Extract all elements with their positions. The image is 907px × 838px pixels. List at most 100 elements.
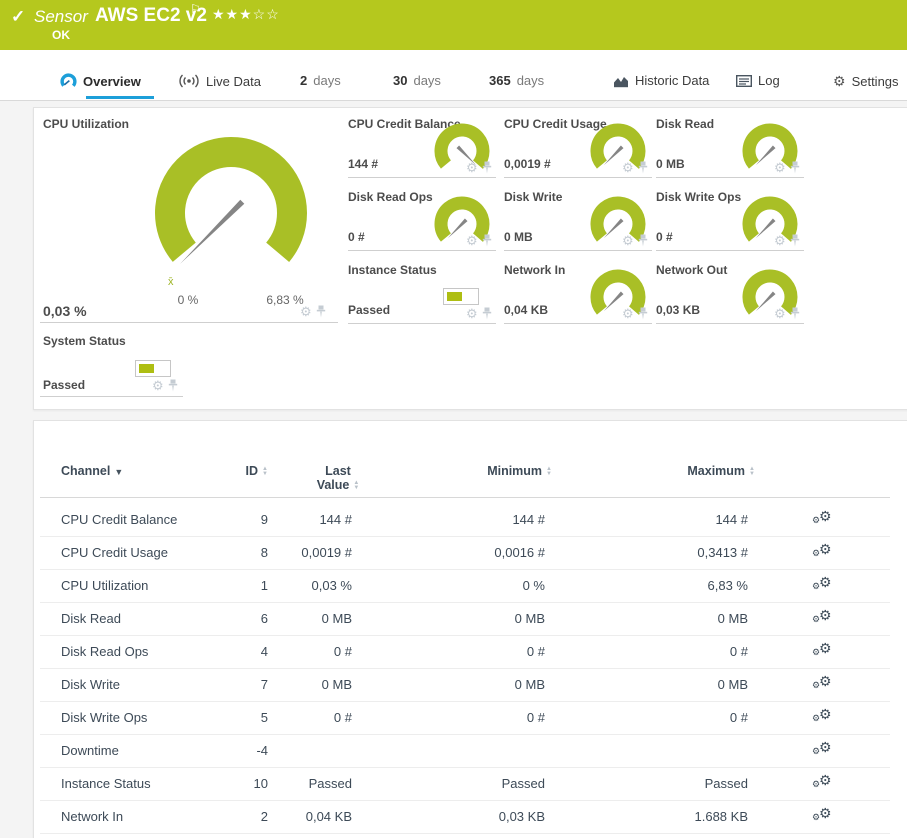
flag-icon[interactable]: ⚐ [190, 2, 201, 16]
tile-disk-write-ops: Disk Write Ops 0 # ⚙ [656, 186, 804, 259]
gear-icon[interactable]: ⚙ [622, 234, 634, 247]
sort-icon: ▲ ▼ [353, 479, 360, 491]
channel-name[interactable]: Disk Write [61, 677, 120, 692]
channel-name[interactable]: Downtime [61, 743, 119, 758]
tab-settings[interactable]: ⚙ Settings [833, 73, 899, 90]
tab-log-label: Log [758, 73, 780, 88]
gear-icon[interactable]: ⚙ [622, 161, 634, 174]
pin-icon[interactable] [638, 307, 648, 320]
divider [656, 250, 804, 251]
channel-settings-icon[interactable]: ⚙ ⚙ [812, 706, 834, 726]
gear-icon[interactable]: ⚙ [466, 234, 478, 247]
tab-live-data[interactable]: Live Data [178, 73, 261, 89]
gear-icon[interactable]: ⚙ [300, 305, 312, 318]
tile-disk-read-ops: Disk Read Ops 0 # ⚙ [348, 186, 496, 259]
channel-settings-icon[interactable]: ⚙ ⚙ [812, 772, 834, 792]
tab-bar: Overview Live Data 2 days 30 days 365 da… [0, 50, 907, 101]
tile-actions: ⚙ [622, 234, 648, 247]
gear-icon[interactable]: ⚙ [774, 161, 786, 174]
gear-icon[interactable]: ⚙ [466, 161, 478, 174]
channel-name[interactable]: Network In [61, 809, 123, 824]
column-header-last-value[interactable]: Last Value ▲ ▼ [293, 464, 383, 492]
tile-value: Passed [348, 303, 391, 317]
channel-settings-icon[interactable]: ⚙ ⚙ [812, 640, 834, 660]
priority-stars[interactable]: ★★★☆☆ [212, 6, 280, 23]
last-value: 0,03 % [311, 578, 352, 593]
channel-name[interactable]: Disk Write Ops [61, 710, 147, 725]
channel-name[interactable]: Instance Status [61, 776, 151, 791]
pin-icon[interactable] [638, 234, 648, 247]
column-header-channel[interactable]: Channel ▼ [61, 464, 123, 478]
last-value: 0 MB [321, 611, 352, 626]
tile-actions: ⚙ [466, 161, 492, 174]
channel-name[interactable]: Disk Read [61, 611, 121, 626]
maximum-value: 0 # [729, 710, 748, 725]
channel-name[interactable]: CPU Credit Balance [61, 512, 177, 527]
channel-name[interactable]: CPU Credit Usage [61, 545, 168, 560]
minimum-value: 144 # [512, 512, 545, 527]
column-header-maximum[interactable]: Maximum ▲ ▼ [640, 464, 755, 478]
tile-value: 0 MB [656, 157, 685, 171]
maximum-value: 144 # [715, 512, 748, 527]
divider [40, 635, 890, 636]
sensor-status-text: OK [52, 28, 70, 42]
last-value: 0 # [333, 644, 352, 659]
pin-icon[interactable] [482, 307, 492, 320]
tab-historic-data[interactable]: Historic Data [613, 73, 709, 88]
gear-icon[interactable]: ⚙ [622, 307, 634, 320]
pin-icon[interactable] [482, 234, 492, 247]
column-header-id[interactable]: ID ▲ ▼ [182, 464, 268, 478]
gear-icon[interactable]: ⚙ [466, 307, 478, 320]
channel-name[interactable]: CPU Utilization [61, 578, 148, 593]
channel-settings-icon[interactable]: ⚙ ⚙ [812, 673, 834, 693]
tab-30-days[interactable]: 30 days [393, 73, 441, 88]
divider [656, 177, 804, 178]
tile-title: Disk Write Ops [656, 190, 742, 204]
pin-icon[interactable] [790, 234, 800, 247]
prtg-sensor-page: ✓ Sensor AWS EC2 v2 ⚐ ★★★☆☆ OK Overview … [0, 0, 907, 838]
gear-icon[interactable]: ⚙ [774, 307, 786, 320]
pin-icon[interactable] [638, 161, 648, 174]
channel-settings-icon[interactable]: ⚙ ⚙ [812, 508, 834, 528]
channel-settings-icon[interactable]: ⚙ ⚙ [812, 607, 834, 627]
tile-actions: ⚙ [466, 307, 492, 320]
gear-icon[interactable]: ⚙ [152, 379, 164, 392]
column-header-minimum[interactable]: Minimum ▲ ▼ [435, 464, 552, 478]
gauge-icon [60, 73, 77, 90]
minimum-value: 0 MB [514, 677, 545, 692]
minimum-value: 0 # [526, 710, 545, 725]
pin-icon[interactable] [168, 379, 178, 392]
channel-settings-icon[interactable]: ⚙ ⚙ [812, 805, 834, 825]
tab-overview[interactable]: Overview [60, 73, 141, 90]
stars-empty: ☆☆ [252, 6, 280, 22]
divider [348, 177, 496, 178]
tile-title: Disk Write [504, 190, 563, 204]
historic-chart-icon [614, 76, 628, 87]
column-label: ID [245, 464, 259, 478]
tab-365-days[interactable]: 365 days [489, 73, 544, 88]
maximum-value: 0 MB [717, 611, 748, 626]
tab-30-days-number: 30 [393, 73, 408, 88]
divider [348, 250, 496, 251]
sort-icon: ▲ ▼ [749, 465, 755, 477]
last-value: 0 # [333, 710, 352, 725]
pin-icon[interactable] [316, 305, 326, 318]
maximum-value: 0 MB [717, 677, 748, 692]
sort-icon: ▲ ▼ [262, 465, 268, 477]
pin-icon[interactable] [790, 161, 800, 174]
channel-name[interactable]: Disk Read Ops [61, 644, 148, 659]
channel-settings-icon[interactable]: ⚙ ⚙ [812, 541, 834, 561]
tab-2-days[interactable]: 2 days [300, 73, 341, 88]
tab-log[interactable]: Log [736, 73, 780, 88]
channel-settings-icon[interactable]: ⚙ ⚙ [812, 574, 834, 594]
pin-icon[interactable] [790, 307, 800, 320]
channel-settings-icon[interactable]: ⚙ ⚙ [812, 739, 834, 759]
divider [40, 322, 338, 323]
cpu-utilization-value: 0,03 % [43, 303, 87, 319]
live-data-icon [179, 74, 199, 88]
divider [504, 177, 652, 178]
pin-icon[interactable] [482, 161, 492, 174]
tile-actions: ⚙ [774, 307, 800, 320]
gear-icon[interactable]: ⚙ [774, 234, 786, 247]
channel-id: -4 [256, 743, 268, 758]
